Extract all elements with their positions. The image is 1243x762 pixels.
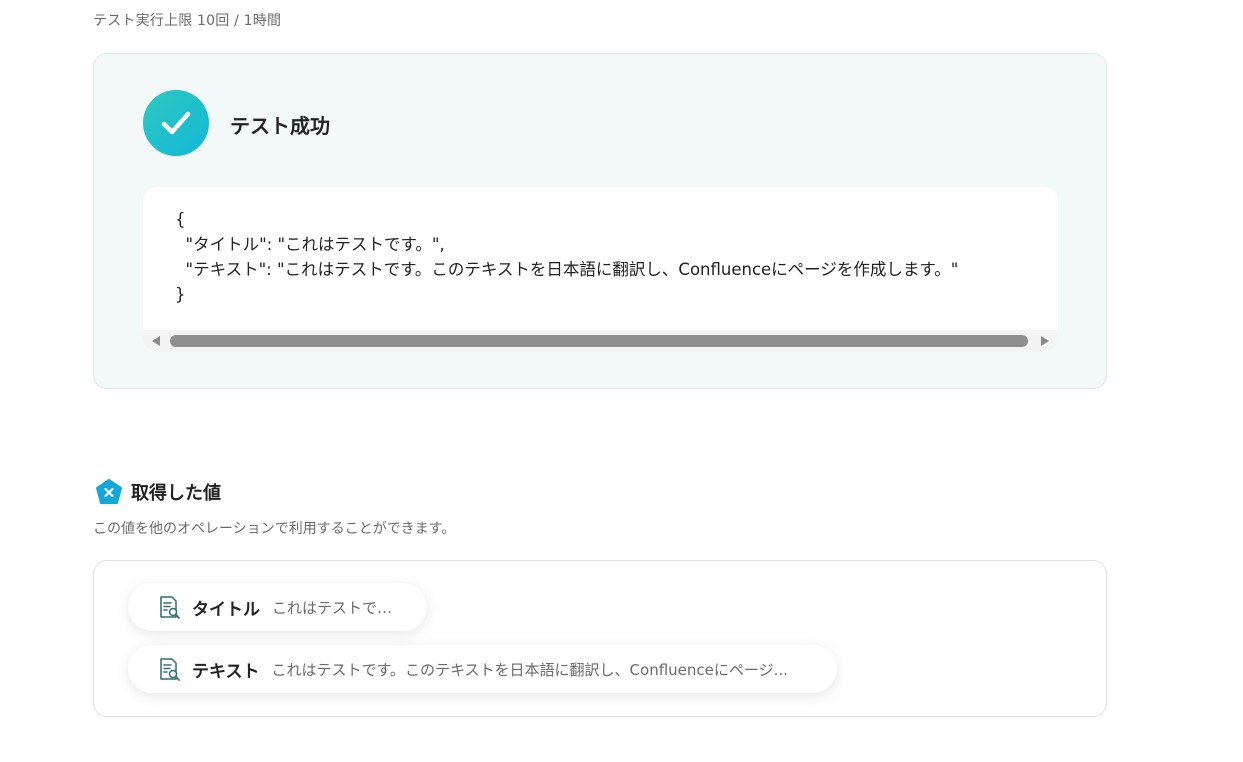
- document-search-icon: [156, 656, 182, 682]
- scroll-right-arrow-icon[interactable]: [1041, 336, 1049, 346]
- scroll-left-arrow-icon[interactable]: [152, 336, 160, 346]
- test-success-title: テスト成功: [230, 114, 330, 138]
- value-label: テキスト: [192, 661, 260, 682]
- retrieved-values-description: この値を他のオペレーションで利用することができます。: [93, 521, 456, 537]
- value-preview: これはテストです。: [272, 598, 405, 617]
- horizontal-scrollbar[interactable]: [143, 330, 1058, 352]
- check-circle-icon: [143, 90, 209, 156]
- test-result-page: テスト実行上限 10回 / 1時間 テスト成功 { "タイトル": "これはテス…: [0, 0, 1243, 762]
- pentagon-x-icon: [95, 478, 123, 506]
- value-chip-title[interactable]: タイトル これはテストです。: [128, 583, 427, 631]
- test-result-card: テスト成功 { "タイトル": "これはテストです。", "テキスト": "これ…: [93, 53, 1107, 389]
- json-output-text: { "タイトル": "これはテストです。", "テキスト": "これはテストです…: [175, 210, 959, 304]
- retrieved-values-title: 取得した値: [131, 483, 221, 504]
- value-label: タイトル: [192, 599, 260, 620]
- test-limit-text: テスト実行上限 10回 / 1時間: [93, 13, 282, 29]
- document-search-icon: [156, 594, 182, 620]
- retrieved-values-card: タイトル これはテストです。 テキスト これはテストです。このテキストを日本語に…: [93, 560, 1107, 717]
- value-preview: これはテストです。このテキストを日本語に翻訳し、Confluenceにページ..…: [271, 660, 788, 679]
- retrieved-values-header: 取得した値: [95, 478, 221, 506]
- value-chip-text[interactable]: テキスト これはテストです。このテキストを日本語に翻訳し、Confluenceに…: [128, 645, 837, 693]
- json-output-box[interactable]: { "タイトル": "これはテストです。", "テキスト": "これはテストです…: [143, 187, 1058, 352]
- scrollbar-thumb[interactable]: [170, 335, 1028, 347]
